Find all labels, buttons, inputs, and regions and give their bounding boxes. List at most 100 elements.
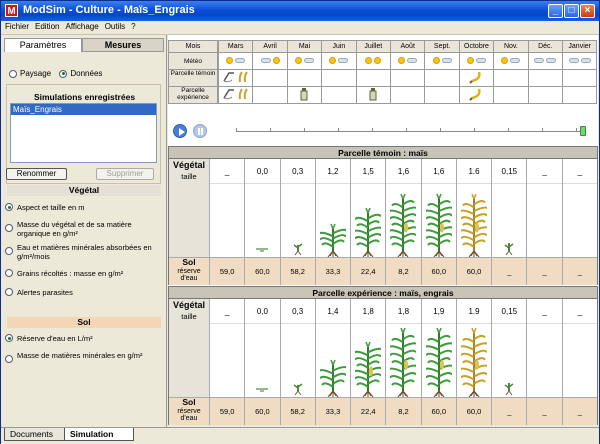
fertilizer-bag-icon: [367, 87, 379, 108]
option-radio[interactable]: [5, 355, 13, 363]
menu-outils[interactable]: Outils: [101, 21, 127, 31]
panel-title: Parcelle expérience : maïs, engrais: [169, 287, 597, 299]
option-alertes[interactable]: Alertes parasites: [5, 288, 165, 297]
saved-simulations-list[interactable]: Maïs_Engrais: [10, 103, 157, 163]
maize-plant-icon: [352, 171, 385, 263]
vegetal-label: Végétal: [172, 160, 205, 170]
option-masse-vegetal[interactable]: Masse du végétal et de sa matière organi…: [5, 220, 165, 238]
pause-button[interactable]: [193, 124, 207, 138]
month-column: _ _: [526, 159, 562, 285]
taille-label: taille: [181, 312, 197, 321]
tab-mesures[interactable]: Mesures: [82, 38, 164, 52]
sol-label-sub: réserve d'eau: [177, 267, 201, 283]
month-column: 0,3 58,2: [279, 299, 315, 425]
sun-icon: [365, 56, 373, 64]
left-panel: Paramètres Mesures Paysage Données Simul…: [1, 35, 167, 427]
reserve-eau-value: 59,0: [210, 257, 245, 285]
option-eau-matieres[interactable]: Eau et matières minérales absorbées en g…: [5, 243, 165, 261]
maize-plant-icon: [249, 311, 275, 403]
option-radio[interactable]: [5, 247, 13, 255]
temoin-cell: [562, 69, 598, 87]
sun-icon: [466, 56, 474, 64]
option-label: Alertes parasites: [17, 288, 73, 297]
option-matieres-minerales[interactable]: Masse de matières minérales en g/m²: [5, 351, 165, 363]
timeline-slider-handle[interactable]: [580, 126, 586, 136]
paysage-radio[interactable]: [9, 69, 17, 78]
reserve-eau-value: 60,0: [421, 257, 456, 285]
maize-plant-icon: [285, 171, 311, 263]
month-column: 1,6 60,0: [420, 159, 456, 285]
rain-cloud-icon: [510, 57, 521, 63]
sol-label: Sol réserve d'eau: [169, 397, 209, 425]
sol-label-title: Sol: [182, 257, 196, 267]
reserve-eau-value: 8,2: [386, 257, 421, 285]
option-radio[interactable]: [5, 224, 13, 232]
temoin-cell: [321, 69, 357, 87]
sun-icon: [329, 56, 337, 64]
option-radio[interactable]: [5, 288, 13, 296]
option-grains[interactable]: Grains récoltés : masse en g/m²: [5, 269, 165, 278]
meteo-cell: [390, 52, 426, 70]
timeline-tick: [338, 128, 339, 131]
option-radio[interactable]: [5, 203, 13, 211]
simulation-item[interactable]: Maïs_Engrais: [11, 104, 156, 115]
month-column: 0,3 58,2: [279, 159, 315, 285]
tab-simulation[interactable]: Simulation: [64, 428, 134, 441]
temoin-cell: [390, 69, 426, 87]
plow-icon: [222, 87, 236, 108]
meteo-row-label: Météo: [168, 52, 218, 70]
donnees-radio[interactable]: [59, 69, 68, 78]
rain-cloud-icon: [407, 57, 418, 63]
taille-value: _: [562, 299, 597, 324]
tab-parametres[interactable]: Paramètres: [4, 38, 82, 52]
menu-affichage[interactable]: Affichage: [61, 21, 100, 31]
rain-cloud-icon: [580, 57, 591, 63]
timeline-tick: [508, 128, 509, 131]
delete-button[interactable]: Supprimer: [96, 168, 154, 180]
timeline-tick: [440, 128, 441, 131]
rain-cloud-icon: [475, 57, 486, 63]
meteo-cell: [493, 52, 529, 70]
rename-button[interactable]: Renommer: [6, 168, 67, 180]
maize-plant-icon: [496, 311, 522, 403]
taille-value: _: [527, 299, 562, 324]
maize-plant-icon: [422, 311, 455, 403]
month-column: 1,6 8,2: [385, 159, 421, 285]
tab-documents[interactable]: Documents: [4, 428, 66, 441]
experience-cell: [424, 86, 460, 104]
meteo-cell: [321, 52, 357, 70]
months-table: Mois Mars Avril Mai Juin Juillet Août Sept. Octo…: [168, 40, 598, 104]
reserve-eau-value: 60,0: [245, 257, 280, 285]
menu-edition[interactable]: Edition: [31, 21, 61, 31]
meteo-cell: [562, 52, 598, 70]
maize-plant-icon: [285, 311, 311, 403]
vegetal-label: Végétal: [172, 300, 205, 310]
timeline-tick: [406, 128, 407, 131]
timeline-track[interactable]: [236, 126, 586, 136]
title-bar[interactable]: M ModSim - Culture - Maïs_Engrais _ □ ×: [1, 1, 599, 21]
maize-plant-icon: [352, 311, 385, 403]
maize-plant-icon: [387, 171, 420, 263]
row-labels: Végétal taille Sol réserve d'eau: [169, 299, 209, 425]
temoin-cell: [286, 69, 323, 87]
month-column: 1,9 60,0: [420, 299, 456, 425]
temoin-cell: [493, 69, 529, 87]
menu-fichier[interactable]: Fichier: [1, 21, 31, 31]
option-radio[interactable]: [5, 269, 13, 277]
panel-grid: Végétal taille Sol réserve d'eau _ 59,0 0,0…: [169, 159, 597, 285]
maximize-button[interactable]: □: [564, 4, 579, 18]
month-column: 1.6 60,0: [455, 159, 492, 285]
playback-bar: [168, 122, 598, 142]
close-button[interactable]: ×: [580, 4, 595, 18]
maize-plant-icon: [387, 311, 420, 403]
option-aspect-taille[interactable]: Aspect et taille en m: [5, 203, 165, 212]
month-column: 1.9 60,0: [455, 299, 492, 425]
menu-help[interactable]: ?: [127, 21, 137, 31]
play-button[interactable]: [173, 124, 187, 138]
reserve-eau-value: 60,0: [421, 397, 456, 425]
minimize-button[interactable]: _: [548, 4, 563, 18]
option-radio[interactable]: [5, 334, 13, 342]
temoin-row-label: Parcelle témoin: [168, 69, 218, 87]
row-labels: Végétal taille Sol réserve d'eau: [169, 159, 209, 285]
option-reserve-eau[interactable]: Réserve d'eau en L/m²: [5, 334, 165, 343]
